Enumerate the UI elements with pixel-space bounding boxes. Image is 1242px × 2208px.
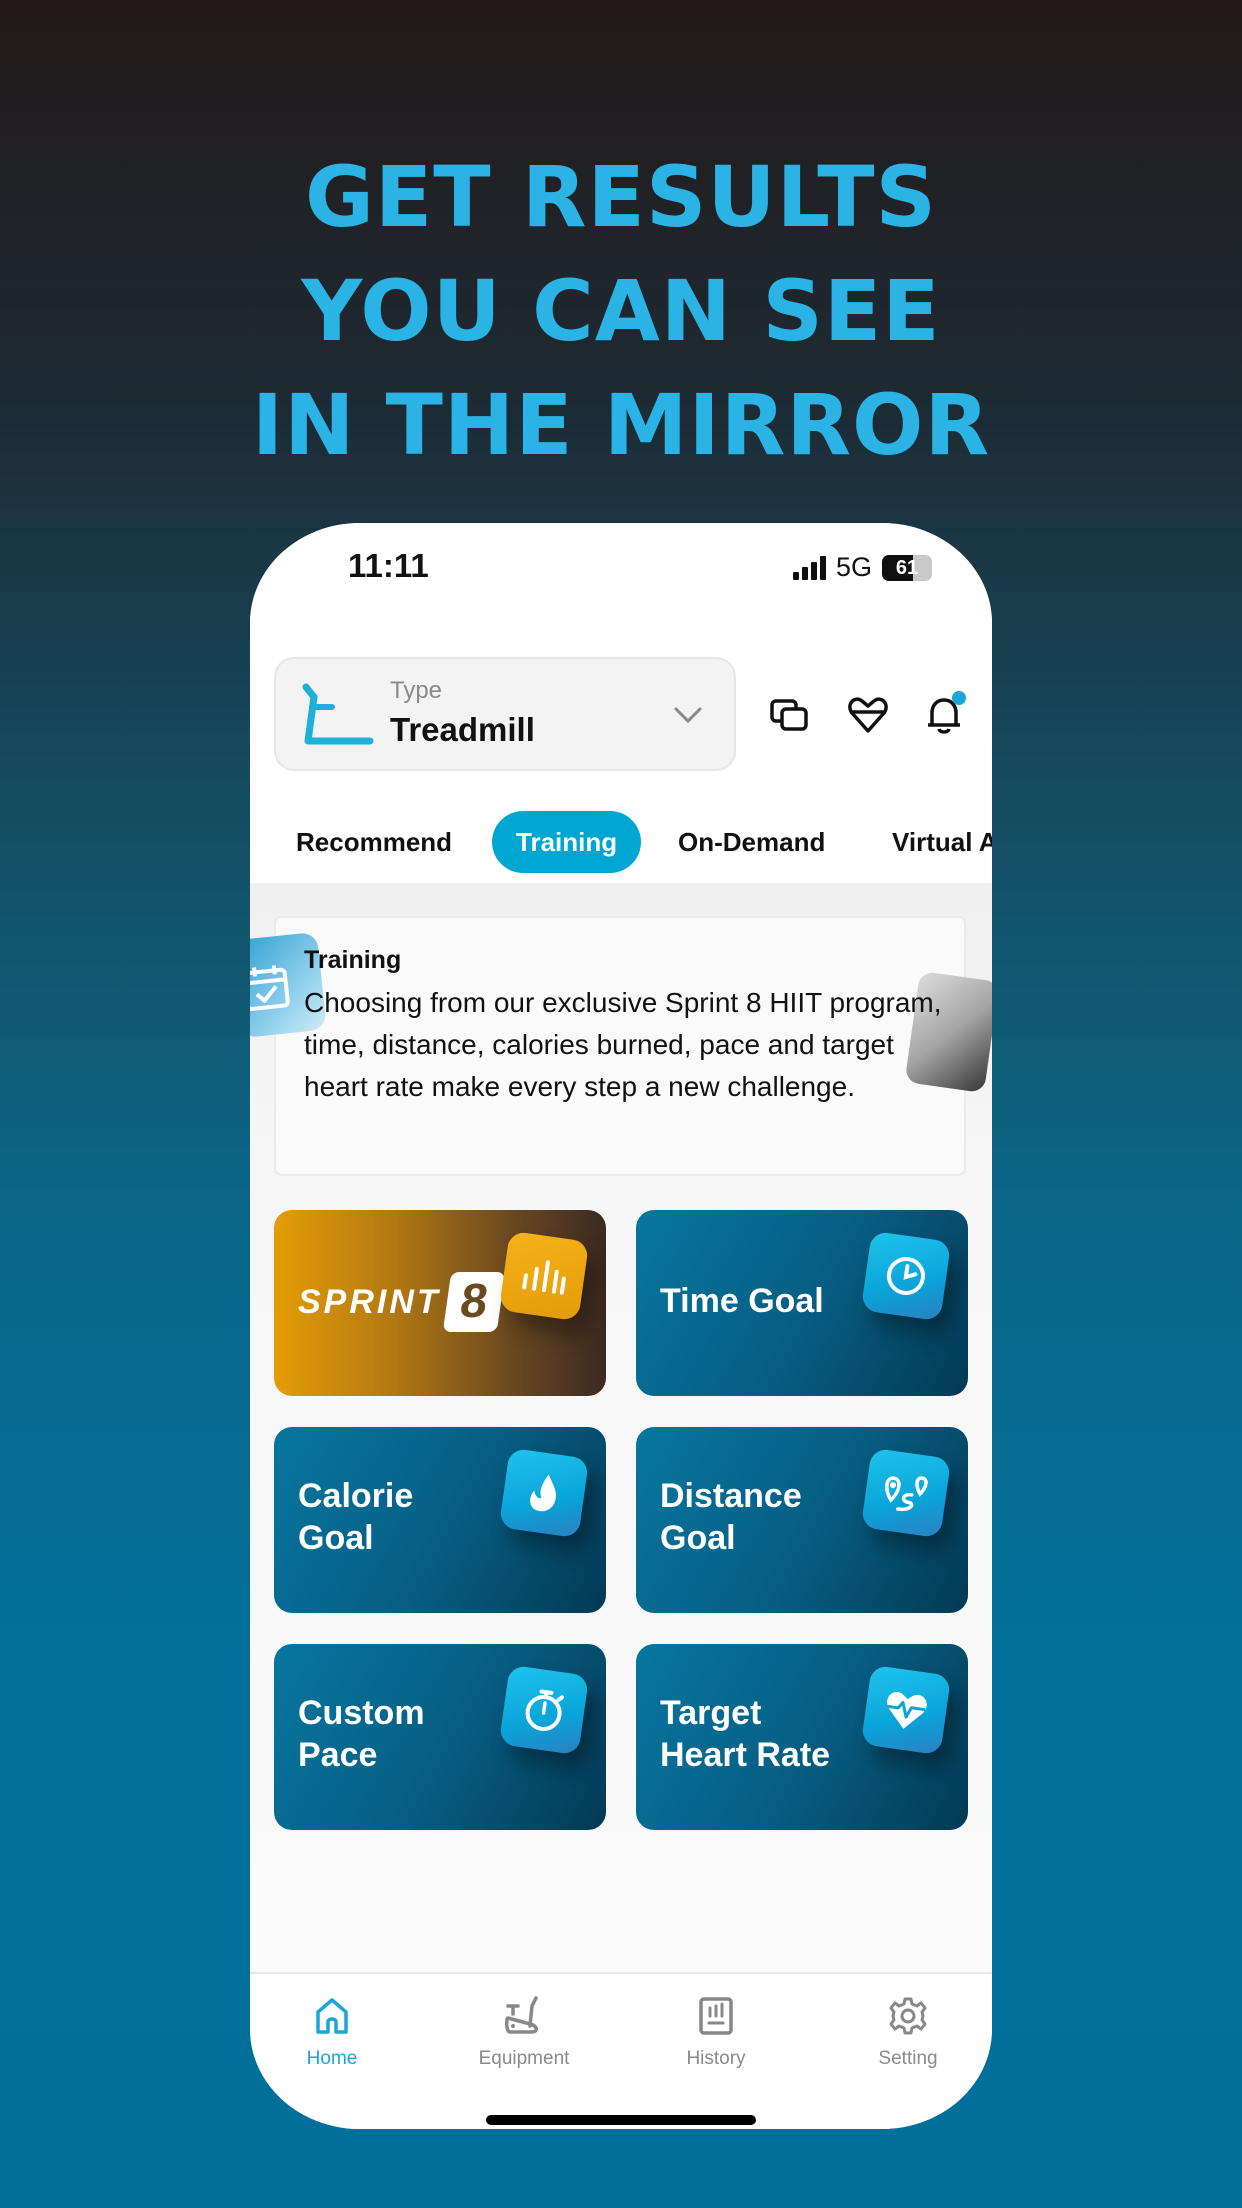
tile-custom-pace[interactable]: Custom Pace [274,1644,606,1830]
tab-on-demand[interactable]: On-Demand [678,811,825,873]
screen-mirror-icon[interactable] [768,693,812,737]
promo-headline: GET RESULTS YOU CAN SEE IN THE MIRROR [0,140,1242,482]
sprint8-logo: SPRINT 8 [298,1272,505,1332]
home-indicator [486,2115,756,2125]
tab-training[interactable]: Training [492,811,642,873]
status-time: 11:11 [348,547,429,584]
training-info-card: Training Choosing from our exclusive Spr… [250,916,992,1176]
stopwatch-icon [498,1664,590,1756]
route-icon [860,1447,952,1539]
history-chart-icon [699,1997,733,2035]
nav-home[interactable]: Home [252,1996,412,2070]
treadmill-icon [302,683,374,745]
phone-screen: 11:11 5G 61 Type Treadmill Recommend Tra… [250,523,992,2129]
notifications-button[interactable] [922,691,966,737]
tile-label: Time Goal [660,1282,824,1320]
heart-rate-icon[interactable] [846,693,890,737]
bottom-nav: Home Equipment History Setting [250,1972,992,2129]
gear-icon [889,1997,927,2035]
calendar-check-icon [250,965,290,1011]
tile-calorie-goal[interactable]: Calorie Goal [274,1427,606,1613]
tab-virtual-active[interactable]: Virtual Active [892,811,992,873]
app-header: Type Treadmill Recommend Training On-Dem… [250,633,992,883]
main-content: Training Choosing from our exclusive Spr… [250,883,992,1993]
type-label: Type [390,677,443,704]
tile-label: Target Heart Rate [660,1694,831,1774]
headline-line-3: IN THE MIRROR [251,376,991,474]
info-card-title: Training [304,946,402,974]
headline-line-2: YOU CAN SEE [301,262,941,360]
equipment-type-dropdown[interactable]: Type Treadmill [274,657,736,771]
nav-history[interactable]: History [636,1996,796,2070]
tile-distance-goal[interactable]: Distance Goal [636,1427,968,1613]
type-value: Treadmill [390,711,535,748]
tile-target-heart-rate[interactable]: Target Heart Rate [636,1644,968,1830]
chevron-down-icon [674,707,702,724]
notification-badge [952,691,966,705]
info-card-body: Choosing from our exclusive Sprint 8 HII… [304,987,942,1102]
tile-label: Custom Pace [298,1694,425,1774]
bar-chart-icon [498,1230,590,1322]
flame-icon [498,1447,590,1539]
tile-label: Distance Goal [660,1477,802,1557]
battery-percent: 61 [895,556,919,579]
tab-recommend[interactable]: Recommend [296,811,452,873]
nav-setting[interactable]: Setting [828,1996,988,2070]
tile-label: Calorie Goal [298,1477,414,1557]
category-tabs: Recommend Training On-Demand Virtual Act… [250,801,992,873]
nav-equipment[interactable]: Equipment [444,1996,604,2070]
network-type: 5G [835,552,872,582]
exercise-bike-icon [504,1996,538,2034]
heart-pulse-icon [860,1664,952,1756]
tile-time-goal[interactable]: Time Goal [636,1210,968,1396]
signal-icon [792,555,826,580]
home-icon [316,1998,348,2034]
headline-line-1: GET RESULTS [304,148,938,246]
tile-sprint8[interactable]: SPRINT 8 [274,1210,606,1396]
status-bar: 11:11 5G 61 [250,523,992,633]
battery-icon: 61 [882,554,932,581]
clock-icon [860,1230,952,1322]
